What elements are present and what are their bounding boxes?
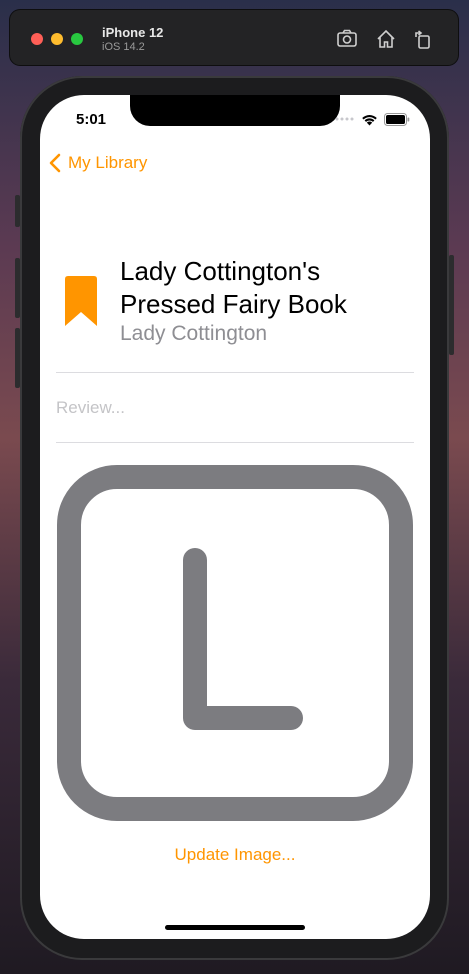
book-author: Lady Cottington (120, 322, 268, 345)
volume-down-button (15, 328, 20, 388)
update-image-button[interactable]: Update Image... (40, 845, 430, 865)
notch (130, 95, 340, 126)
book-cover-image (57, 465, 413, 821)
silent-switch (15, 195, 20, 227)
divider (56, 372, 414, 373)
power-button (449, 255, 454, 355)
chevron-left-icon (49, 153, 61, 173)
wifi-icon (362, 114, 377, 125)
divider (56, 442, 414, 443)
rotate-icon[interactable] (412, 28, 434, 50)
cellular-signal-icon (335, 117, 354, 121)
zoom-window-button[interactable] (71, 33, 83, 45)
os-version: iOS 14.2 (102, 41, 145, 53)
close-window-button[interactable] (31, 33, 43, 45)
screenshot-icon[interactable] (336, 28, 358, 50)
back-button[interactable]: My Library (48, 151, 147, 175)
home-icon[interactable] (375, 28, 397, 50)
book-title: Lady Cottington's Pressed Fairy Book (120, 256, 347, 319)
volume-up-button (15, 258, 20, 318)
bookmark-icon[interactable] (65, 276, 97, 326)
review-input[interactable] (56, 395, 414, 421)
device-name: iPhone 12 (102, 25, 164, 40)
status-time: 5:01 (76, 111, 107, 128)
simulator-title-bar: iPhone 12 iOS 14.2 (10, 10, 458, 65)
battery-icon (384, 112, 410, 126)
back-button-label: My Library (68, 153, 148, 172)
app-screen: 5:01 My Library Lady Cottington's Presse… (40, 95, 430, 939)
minimize-window-button[interactable] (51, 33, 63, 45)
home-indicator[interactable] (165, 925, 305, 930)
status-icons (335, 112, 410, 126)
